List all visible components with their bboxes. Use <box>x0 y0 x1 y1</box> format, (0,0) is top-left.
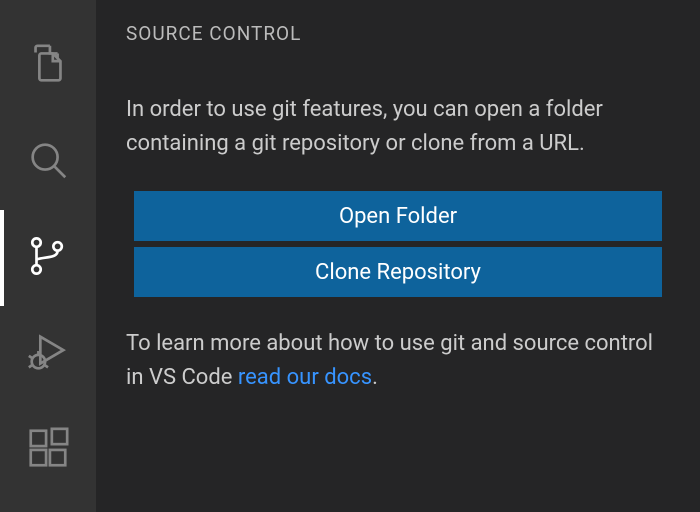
git-branch-icon <box>25 233 71 283</box>
read-docs-link[interactable]: read our docs <box>238 365 372 390</box>
panel-intro-text: In order to use git features, you can op… <box>126 93 670 161</box>
docs-prefix: To learn more about how to use git and s… <box>126 331 653 390</box>
activity-bar <box>0 0 96 512</box>
open-folder-button[interactable]: Open Folder <box>134 191 662 241</box>
docs-suffix: . <box>372 365 378 390</box>
activity-search[interactable] <box>0 114 96 210</box>
panel-title: SOURCE CONTROL <box>126 22 670 45</box>
files-icon <box>25 41 71 91</box>
activity-run-debug[interactable] <box>0 306 96 402</box>
activity-extensions[interactable] <box>0 402 96 498</box>
search-icon <box>25 137 71 187</box>
activity-source-control[interactable] <box>0 210 96 306</box>
panel-buttons: Open Folder Clone Repository <box>126 191 670 297</box>
source-control-panel: SOURCE CONTROL In order to use git featu… <box>96 0 700 512</box>
activity-explorer[interactable] <box>0 18 96 114</box>
panel-docs-text: To learn more about how to use git and s… <box>126 327 670 395</box>
extensions-icon <box>25 425 71 475</box>
clone-repository-button[interactable]: Clone Repository <box>134 247 662 297</box>
debug-icon <box>25 329 71 379</box>
